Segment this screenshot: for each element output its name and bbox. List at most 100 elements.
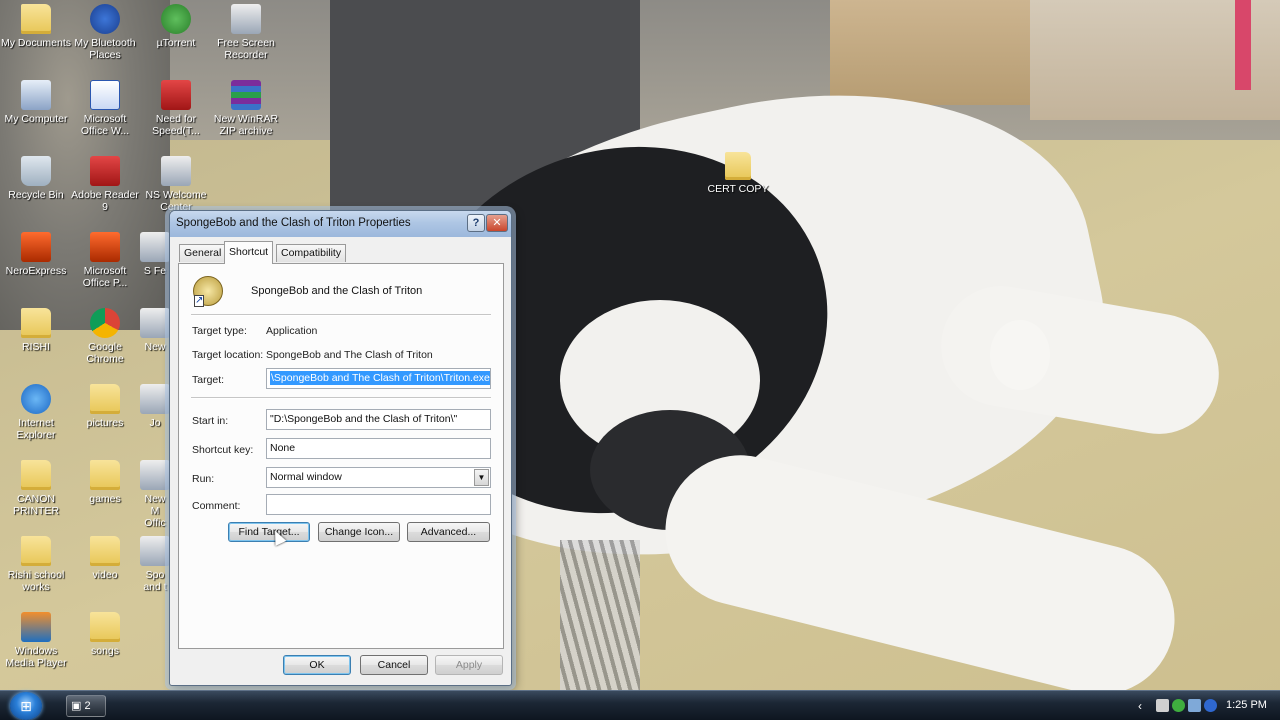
desktop-icon-video[interactable]: video [69, 536, 141, 581]
tray-expand-icon[interactable]: ‹ [1138, 699, 1142, 713]
target-location-value: SpongeBob and The Clash of Triton [266, 349, 433, 361]
comment-label: Comment: [192, 500, 241, 512]
shortcut-name: SpongeBob and the Clash of Triton [251, 285, 423, 297]
desktop-icon-winrar[interactable]: New WinRAR ZIP archive [210, 80, 282, 137]
utorrent-icon [161, 4, 191, 34]
shortcut-key-input[interactable]: None [266, 438, 491, 459]
desktop-icon-powerpoint[interactable]: Microsoft Office P... [69, 232, 141, 289]
desktop-icon-recycle-bin[interactable]: Recycle Bin [0, 156, 72, 201]
change-icon-button[interactable]: Change Icon... [318, 522, 400, 542]
desktop-icon-free-screen-recorder[interactable]: Free Screen Recorder [210, 4, 282, 61]
run-label: Run: [192, 473, 215, 485]
taskbar-window-group[interactable]: ▣ 2 [66, 695, 106, 717]
desktop-icon-internet-explorer[interactable]: Internet Explorer [0, 384, 72, 441]
dialog-title: SpongeBob and the Clash of Triton Proper… [176, 217, 411, 229]
spongebob-shortcut-icon [193, 276, 223, 307]
desktop-icon-partial[interactable]: S Fe [140, 232, 170, 277]
close-button[interactable]: ✕ [486, 214, 508, 232]
target-input[interactable]: \SpongeBob and The Clash of Triton\Trito… [266, 368, 491, 389]
desktop-icon-partial[interactable]: New [140, 308, 170, 353]
nero-icon [21, 232, 51, 262]
comment-input[interactable] [266, 494, 491, 515]
word-icon [90, 80, 120, 110]
shortcut-icon [161, 156, 191, 186]
folder-icon [21, 536, 51, 566]
tab-general[interactable]: General [179, 244, 227, 262]
screen-recorder-icon [231, 4, 261, 34]
folder-icon [725, 152, 751, 180]
find-target-button[interactable]: Find Target... [228, 522, 310, 542]
desktop-icon-ns-welcome[interactable]: NS Welcome Center [140, 156, 212, 213]
camera-tray-icon[interactable] [1156, 699, 1169, 712]
run-select[interactable]: Normal window ▼ [266, 467, 491, 488]
advanced-button[interactable]: Advanced... [407, 522, 490, 542]
desktop-icon-games[interactable]: games [69, 460, 141, 505]
start-button[interactable]: ⊞ [10, 692, 42, 720]
chevron-down-icon[interactable]: ▼ [474, 469, 489, 486]
desktop-icon-adobe-reader[interactable]: Adobe Reader 9 [69, 156, 141, 213]
target-location-label: Target location: [192, 349, 264, 361]
wallpaper-chain [560, 540, 640, 690]
desktop-icon-partial[interactable]: Spo and t [140, 536, 170, 593]
taskbar: ⊞ ▣ 2 ‹ 1:25 PM [0, 690, 1280, 720]
desktop-icon-my-computer[interactable]: My Computer [0, 80, 72, 125]
cancel-button[interactable]: Cancel [360, 655, 428, 675]
media-player-icon [21, 612, 51, 642]
target-input-selection: \SpongeBob and The Clash of Triton\Trito… [270, 371, 490, 385]
computer-icon [21, 80, 51, 110]
desktop-icon-word[interactable]: Microsoft Office W... [69, 80, 141, 137]
divider [191, 397, 491, 399]
winrar-icon [231, 80, 261, 110]
run-select-value: Normal window [270, 471, 342, 483]
powerpoint-icon [90, 232, 120, 262]
desktop-icon-cert-copy[interactable]: CERT COPY [706, 152, 770, 195]
help-button[interactable]: ? [467, 214, 485, 232]
bluetooth-tray-icon[interactable] [1204, 699, 1217, 712]
game-icon [161, 80, 191, 110]
folder-docs-icon [21, 4, 51, 34]
ok-button[interactable]: OK [283, 655, 351, 675]
desktop-icon-rishi[interactable]: RISHI [0, 308, 72, 353]
shortcut-tab-panel: SpongeBob and the Clash of Triton Target… [178, 263, 504, 649]
utorrent-tray-icon[interactable] [1172, 699, 1185, 712]
tab-shortcut[interactable]: Shortcut [224, 241, 274, 264]
desktop-icon-partial[interactable]: New M Offic [140, 460, 170, 529]
wallpaper-box [830, 0, 1030, 105]
start-in-input[interactable]: "D:\SpongeBob and the Clash of Triton\" [266, 409, 491, 430]
desktop-icon-pictures[interactable]: pictures [69, 384, 141, 429]
desktop-icon-partial[interactable]: Jo [140, 384, 170, 429]
divider [191, 314, 491, 316]
network-tray-icon[interactable] [1188, 699, 1201, 712]
folder-icon [21, 460, 51, 490]
shortcut-icon [140, 308, 170, 338]
taskbar-group-count: 2 [84, 700, 91, 712]
tab-compatibility[interactable]: Compatibility [276, 244, 347, 262]
recycle-bin-icon [21, 156, 51, 186]
desktop-icon-utorrent[interactable]: µTorrent [140, 4, 212, 49]
desktop-icon-canon-printer[interactable]: CANON PRINTER [0, 460, 72, 517]
folder-icon [90, 612, 120, 642]
wallpaper-rod [1235, 0, 1251, 90]
chrome-icon [90, 308, 120, 338]
desktop-icon-bluetooth[interactable]: My Bluetooth Places [69, 4, 141, 61]
bluetooth-icon [90, 4, 120, 34]
shortcut-icon [140, 232, 170, 262]
folder-icon [90, 536, 120, 566]
apply-button[interactable]: Apply [435, 655, 503, 675]
adobe-reader-icon [90, 156, 120, 186]
desktop-icon-need-for-speed[interactable]: Need for Speed(T... [140, 80, 212, 137]
desktop-icon-windows-media-player[interactable]: Windows Media Player [0, 612, 72, 669]
desktop-icon-chrome[interactable]: Google Chrome [69, 308, 141, 365]
folder-icon [21, 308, 51, 338]
desktop-icon-my-documents[interactable]: My Documents [0, 4, 72, 49]
desktop-icon-songs[interactable]: songs [69, 612, 141, 657]
start-in-label: Start in: [192, 415, 229, 427]
shortcut-icon [140, 536, 170, 566]
clock[interactable]: 1:25 PM [1226, 699, 1267, 711]
desktop-icon-rishi-school-works[interactable]: Rishi school works [0, 536, 72, 593]
dialog-titlebar[interactable]: SpongeBob and the Clash of Triton Proper… [170, 211, 511, 237]
target-label: Target: [192, 374, 225, 386]
folder-window-icon: ▣ [71, 700, 85, 712]
shortcut-icon [140, 460, 170, 490]
desktop-icon-neroexpress[interactable]: NeroExpress [0, 232, 72, 277]
